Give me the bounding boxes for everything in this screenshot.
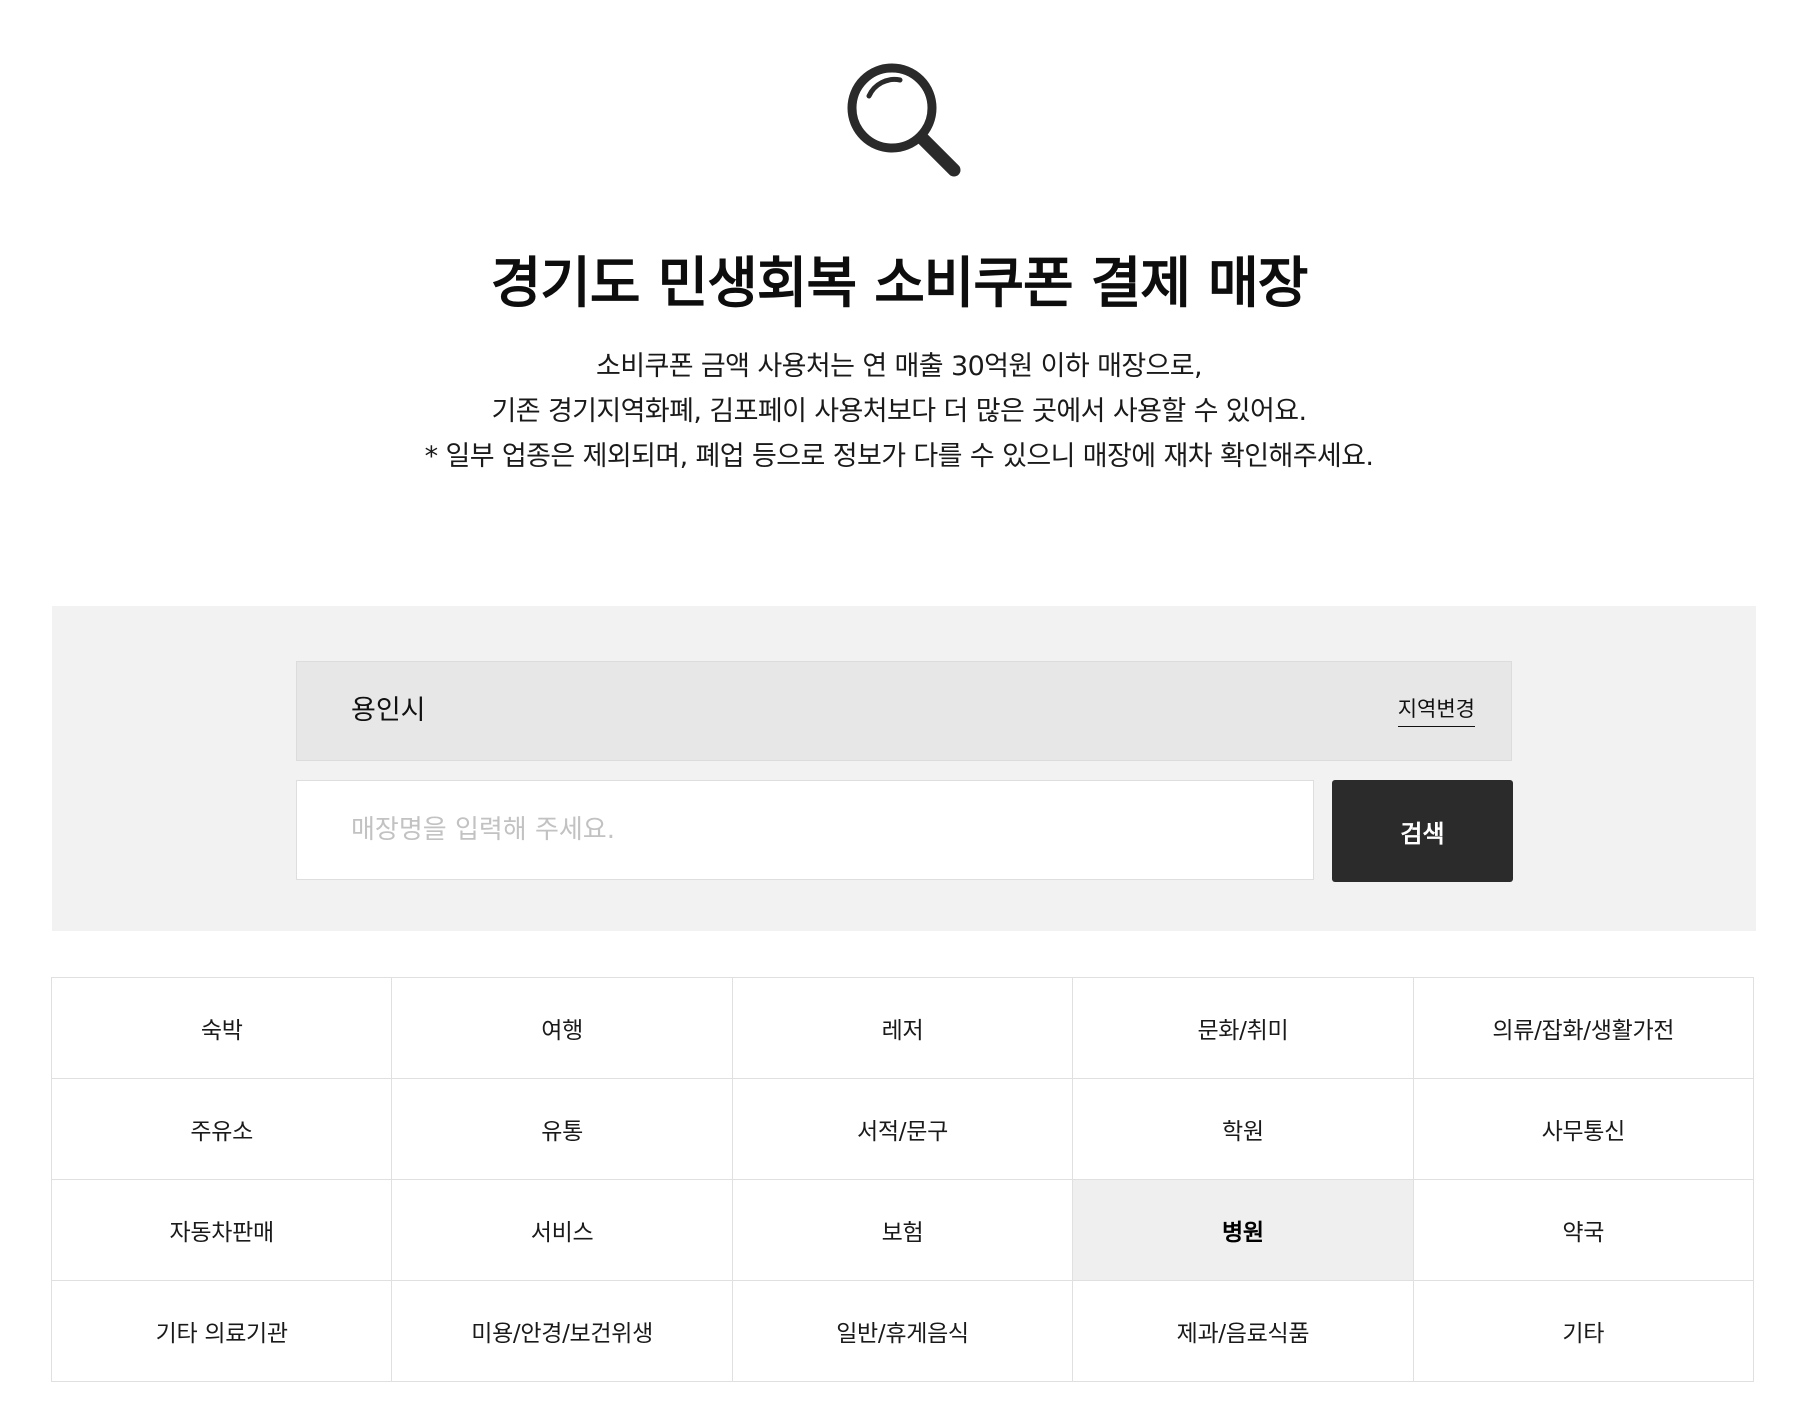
description: 소비쿠폰 금액 사용처는 연 매출 30억원 이하 매장으로, 기존 경기지역화… bbox=[0, 344, 1798, 479]
category-item[interactable]: 주유소 bbox=[52, 1079, 393, 1180]
description-line: 소비쿠폰 금액 사용처는 연 매출 30억원 이하 매장으로, bbox=[595, 351, 1203, 382]
category-item[interactable]: 숙박 bbox=[52, 978, 393, 1079]
category-item[interactable]: 기타 bbox=[1413, 1281, 1754, 1382]
category-item[interactable]: 의류/잡화/생활가전 bbox=[1413, 978, 1754, 1079]
region-name: 용인시 bbox=[351, 695, 426, 726]
category-item[interactable]: 자동차판매 bbox=[52, 1180, 393, 1281]
page: 경기도 민생회복 소비쿠폰 결제 매장 소비쿠폰 금액 사용처는 연 매출 30… bbox=[0, 0, 1798, 1405]
category-item[interactable]: 미용/안경/보건위생 bbox=[392, 1281, 733, 1382]
description-line: * 일부 업종은 제외되며, 폐업 등으로 정보가 다를 수 있으니 매장에 재… bbox=[424, 441, 1374, 472]
category-item[interactable]: 보험 bbox=[732, 1180, 1074, 1281]
category-item[interactable]: 일반/휴게음식 bbox=[732, 1281, 1074, 1382]
category-item[interactable]: 서비스 bbox=[392, 1180, 733, 1281]
category-item[interactable]: 여행 bbox=[392, 978, 733, 1079]
category-item[interactable]: 사무통신 bbox=[1413, 1079, 1754, 1180]
category-item[interactable]: 학원 bbox=[1073, 1079, 1414, 1180]
category-item[interactable]: 레저 bbox=[732, 978, 1074, 1079]
search-panel: 용인시 지역변경 검색 bbox=[52, 606, 1756, 931]
category-item[interactable]: 문화/취미 bbox=[1073, 978, 1414, 1079]
magnifier-icon bbox=[842, 58, 966, 182]
search-button[interactable]: 검색 bbox=[1332, 780, 1513, 882]
category-grid: 숙박 여행 레저 문화/취미 의류/잡화/생활가전 주유소 유통 서적/문구 학… bbox=[51, 977, 1754, 1382]
region-bar: 용인시 지역변경 bbox=[296, 661, 1512, 761]
category-item[interactable]: 약국 bbox=[1413, 1180, 1754, 1281]
category-item[interactable]: 병원 bbox=[1073, 1180, 1414, 1281]
category-item[interactable]: 제과/음료식품 bbox=[1073, 1281, 1414, 1382]
category-item[interactable]: 서적/문구 bbox=[732, 1079, 1074, 1180]
category-item[interactable]: 유통 bbox=[392, 1079, 733, 1180]
category-item[interactable]: 기타 의료기관 bbox=[52, 1281, 393, 1382]
region-change-link[interactable]: 지역변경 bbox=[1397, 695, 1475, 727]
page-title: 경기도 민생회복 소비쿠폰 결제 매장 bbox=[490, 251, 1309, 315]
store-search-input[interactable] bbox=[296, 780, 1314, 880]
description-line: 기존 경기지역화폐, 김포페이 사용처보다 더 많은 곳에서 사용할 수 있어요… bbox=[491, 396, 1307, 427]
